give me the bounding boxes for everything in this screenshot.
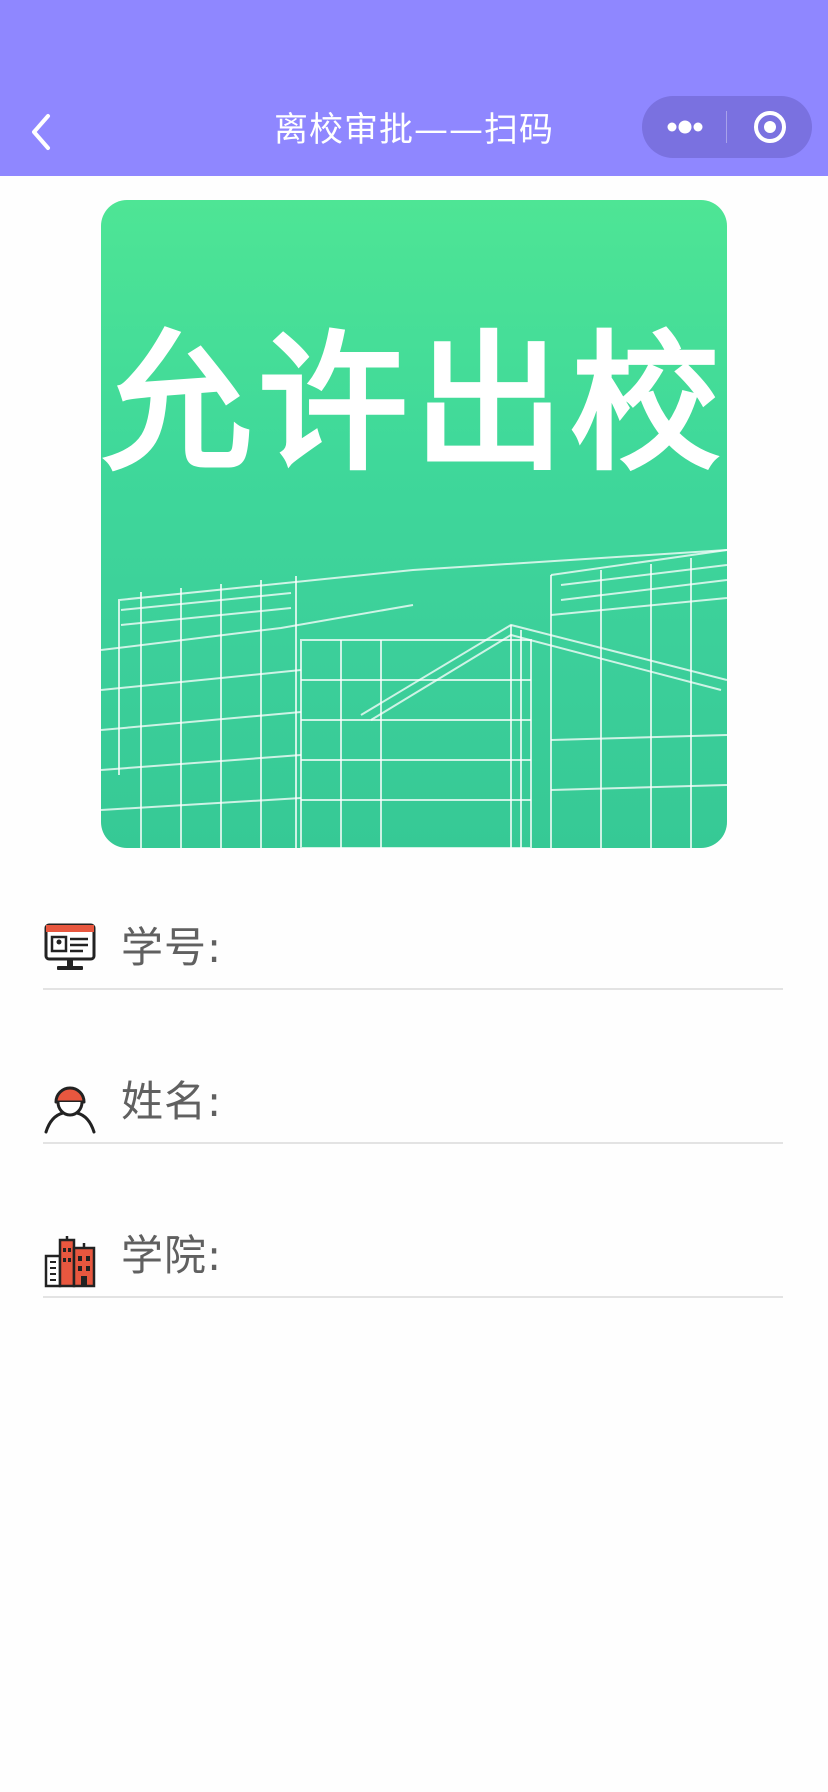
page: 离校审批——扫码 允许出校 学号: 姓名: 学院: (0, 0, 828, 1792)
person-icon (44, 1086, 96, 1134)
divider (43, 1142, 783, 1144)
close-button[interactable] (728, 96, 812, 158)
navigation-bar: 离校审批——扫码 (0, 0, 828, 176)
school-building-illustration (101, 549, 727, 848)
student-id-row: 学号: (43, 890, 783, 990)
exit-pass-image: 允许出校 (101, 200, 727, 848)
college-row: 学院: (43, 1198, 783, 1298)
student-id-label: 学号: (121, 923, 223, 972)
mini-program-capsule (642, 96, 812, 158)
divider (43, 988, 783, 990)
id-card-monitor-icon (44, 923, 96, 970)
more-dots-icon (667, 120, 703, 134)
capsule-divider (726, 111, 727, 143)
college-label: 学院: (121, 1231, 223, 1280)
name-row: 姓名: (43, 1044, 783, 1144)
pass-status-text: 允许出校 (101, 318, 726, 492)
divider (43, 1296, 783, 1298)
more-button[interactable] (642, 96, 726, 158)
buildings-icon (44, 1236, 96, 1288)
target-close-icon (754, 111, 786, 143)
name-label: 姓名: (121, 1077, 223, 1126)
